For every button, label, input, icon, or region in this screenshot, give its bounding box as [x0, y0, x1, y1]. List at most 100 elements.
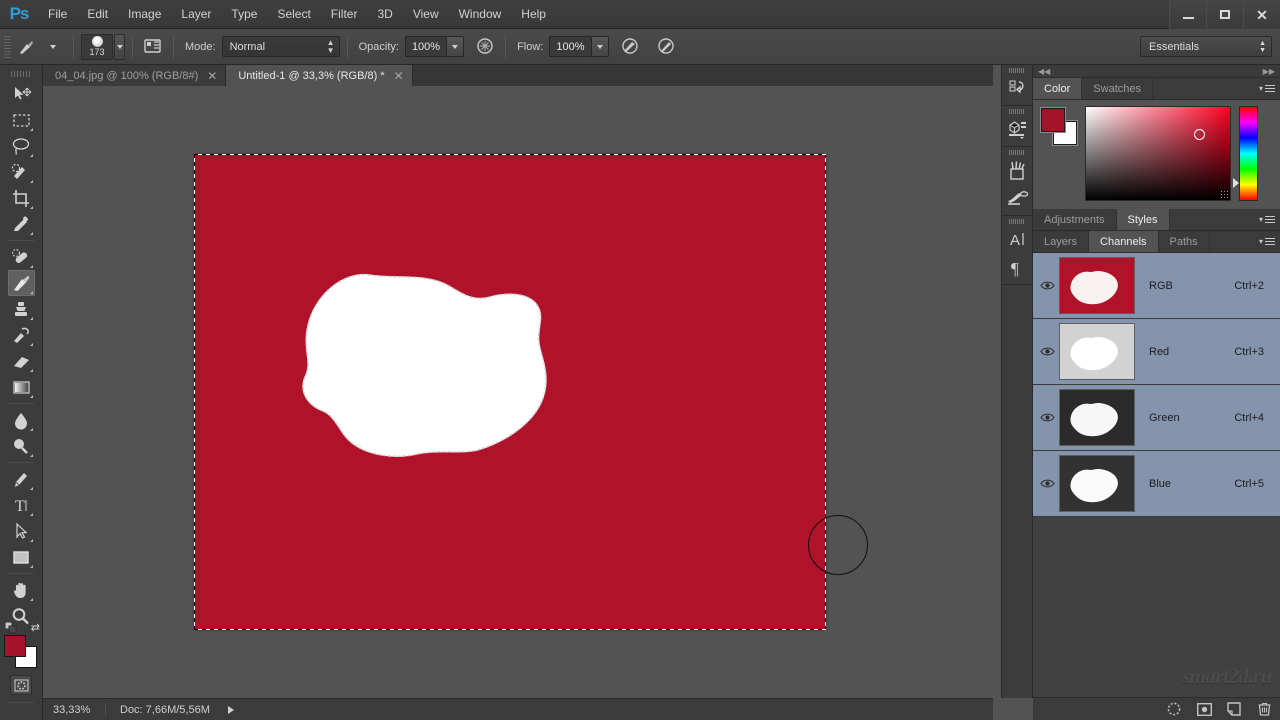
- history-icon[interactable]: [1002, 74, 1032, 102]
- swap-colors-icon[interactable]: ⇄: [31, 621, 40, 634]
- brush-tool[interactable]: [7, 270, 35, 296]
- hand-tool[interactable]: [8, 577, 35, 603]
- move-tool[interactable]: [8, 81, 35, 107]
- styles-panel-menu-icon[interactable]: ▾: [1259, 213, 1275, 226]
- close-icon[interactable]: ✕: [207, 70, 217, 82]
- delete-channel-icon[interactable]: [1256, 701, 1272, 717]
- crop-tool[interactable]: [8, 185, 35, 211]
- tablet-pressure-size-icon[interactable]: [653, 35, 679, 59]
- menu-filter[interactable]: Filter: [321, 3, 368, 25]
- channel-thumbnail[interactable]: [1059, 323, 1135, 380]
- quick-selection-tool[interactable]: [8, 159, 35, 185]
- minimize-button[interactable]: [1169, 0, 1206, 29]
- brush-tool-preset-icon[interactable]: [14, 35, 40, 59]
- blend-mode-select[interactable]: Normal ▲ ▼: [221, 36, 340, 57]
- channel-visibility-eye-icon[interactable]: [1035, 478, 1059, 489]
- quick-mask-button[interactable]: [10, 675, 32, 695]
- color-panel-swatches[interactable]: [1041, 108, 1077, 145]
- eyedropper-tool[interactable]: [8, 211, 35, 237]
- tab-untitled-1[interactable]: Untitled-1 @ 33,3% (RGB/8) * ✕: [226, 65, 413, 86]
- load-channel-as-selection-icon[interactable]: [1166, 701, 1182, 717]
- save-selection-as-channel-icon[interactable]: [1196, 701, 1212, 717]
- menu-3d[interactable]: 3D: [367, 3, 402, 25]
- spot-healing-brush-tool[interactable]: [8, 244, 35, 270]
- eraser-tool[interactable]: [8, 348, 35, 374]
- channel-thumbnail[interactable]: [1059, 389, 1135, 446]
- tab-styles[interactable]: Styles: [1116, 209, 1170, 230]
- path-selection-tool[interactable]: [8, 518, 35, 544]
- close-button[interactable]: ✕: [1243, 0, 1280, 29]
- menu-layer[interactable]: Layer: [171, 3, 221, 25]
- toggle-brush-panel-icon[interactable]: [140, 35, 166, 59]
- brush-size-preview[interactable]: 173: [81, 33, 113, 60]
- brush-presets-icon[interactable]: [1002, 156, 1032, 184]
- panel-resize-grip[interactable]: [1220, 190, 1228, 198]
- rectangle-tool[interactable]: [8, 544, 35, 570]
- gradient-tool[interactable]: [8, 374, 35, 400]
- collapse-right-icon[interactable]: ▶▶: [1263, 67, 1275, 76]
- channel-visibility-eye-icon[interactable]: [1035, 412, 1059, 423]
- tools-panel-grip[interactable]: [11, 71, 31, 77]
- menu-edit[interactable]: Edit: [77, 3, 118, 25]
- tab-color[interactable]: Color: [1033, 78, 1083, 99]
- create-new-channel-icon[interactable]: [1226, 701, 1242, 717]
- dock-grip[interactable]: [1009, 109, 1025, 114]
- foreground-color-swatch[interactable]: [4, 635, 26, 657]
- channel-row[interactable]: Red Ctrl+3: [1033, 319, 1280, 385]
- channel-row[interactable]: RGB Ctrl+2: [1033, 253, 1280, 319]
- opacity-pressure-icon[interactable]: [472, 35, 498, 59]
- tab-adjustments[interactable]: Adjustments: [1033, 209, 1117, 230]
- maximize-button[interactable]: [1206, 0, 1243, 29]
- collapse-left-icon[interactable]: ◀◀: [1038, 67, 1050, 76]
- menu-file[interactable]: File: [38, 3, 77, 25]
- default-colors-icon[interactable]: [5, 622, 18, 634]
- dock-grip[interactable]: [1009, 219, 1025, 224]
- opacity-slider-arrow[interactable]: [447, 36, 465, 57]
- channel-visibility-eye-icon[interactable]: [1035, 346, 1059, 357]
- color-field-marker[interactable]: [1194, 129, 1205, 140]
- character-icon[interactable]: A: [1002, 225, 1032, 253]
- status-menu-arrow-icon[interactable]: [227, 705, 234, 714]
- color-swatch-control[interactable]: ⇄: [4, 622, 40, 669]
- close-icon[interactable]: ✕: [394, 70, 404, 82]
- rectangular-marquee-tool[interactable]: [8, 107, 35, 133]
- 3d-icon[interactable]: [1002, 115, 1032, 143]
- canvas-workspace[interactable]: [43, 86, 993, 698]
- blur-tool[interactable]: [8, 407, 35, 433]
- document-canvas[interactable]: [194, 154, 868, 630]
- dock-grip[interactable]: [1009, 150, 1025, 155]
- brush-picker-arrow[interactable]: [114, 33, 125, 60]
- workspace-switcher[interactable]: Essentials ▲ ▼: [1140, 36, 1272, 57]
- channel-row[interactable]: Green Ctrl+4: [1033, 385, 1280, 451]
- tab-paths[interactable]: Paths: [1158, 231, 1210, 252]
- color-panel-menu-icon[interactable]: ▾: [1259, 82, 1275, 95]
- tab-layers[interactable]: Layers: [1033, 231, 1090, 252]
- channel-row[interactable]: Blue Ctrl+5: [1033, 451, 1280, 517]
- menu-window[interactable]: Window: [449, 3, 512, 25]
- menu-help[interactable]: Help: [511, 3, 556, 25]
- clone-stamp-tool[interactable]: [8, 296, 35, 322]
- lasso-tool[interactable]: [8, 133, 35, 159]
- tab-channels[interactable]: Channels: [1089, 231, 1159, 252]
- menu-view[interactable]: View: [403, 3, 449, 25]
- channel-visibility-eye-icon[interactable]: [1035, 280, 1059, 291]
- panel-foreground-color[interactable]: [1041, 108, 1065, 132]
- zoom-level-field[interactable]: 33,33%: [43, 704, 105, 716]
- paragraph-icon[interactable]: ¶: [1002, 253, 1032, 281]
- options-bar-grip[interactable]: [4, 35, 11, 58]
- hue-slider[interactable]: [1239, 106, 1258, 201]
- history-brush-tool[interactable]: [8, 322, 35, 348]
- brush-preset-dropdown-arrow[interactable]: [40, 35, 66, 59]
- pen-tool[interactable]: [8, 466, 35, 492]
- channel-thumbnail[interactable]: [1059, 257, 1135, 314]
- flow-slider-arrow[interactable]: [591, 36, 609, 57]
- flow-input[interactable]: 100%: [549, 36, 592, 57]
- channels-panel-menu-icon[interactable]: ▾: [1259, 235, 1275, 248]
- color-field[interactable]: [1085, 106, 1231, 201]
- panel-collapse-bar[interactable]: ◀◀ ▶▶: [1033, 65, 1280, 78]
- tab-04_04-jpg[interactable]: 04_04.jpg @ 100% (RGB/8#) ✕: [43, 65, 227, 86]
- airbrush-icon[interactable]: [617, 35, 643, 59]
- menu-type[interactable]: Type: [221, 3, 267, 25]
- dock-grip[interactable]: [1009, 68, 1025, 73]
- hue-slider-marker[interactable]: [1233, 178, 1239, 188]
